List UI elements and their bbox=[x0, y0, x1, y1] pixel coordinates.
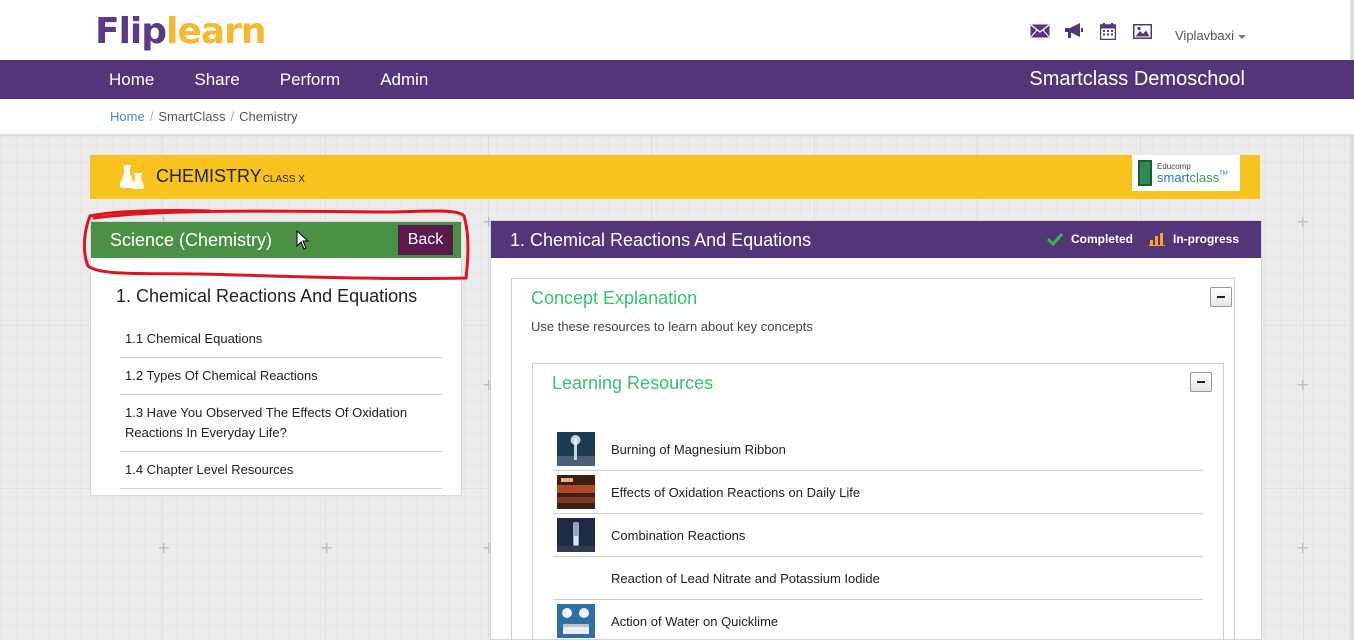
topic-list: 1.1 Chemical Equations 1.2 Types Of Chem… bbox=[120, 323, 442, 489]
smart-text: smart bbox=[1157, 169, 1190, 185]
resource-item[interactable]: Effects of Oxidation Reactions on Daily … bbox=[553, 471, 1203, 514]
grid-plus-mark: + bbox=[1296, 538, 1310, 557]
subject-name: CHEMISTRY bbox=[156, 166, 262, 186]
breadcrumb-separator: / bbox=[149, 109, 154, 124]
resource-label: Effects of Oxidation Reactions on Daily … bbox=[611, 484, 861, 500]
resources-title: Learning Resources bbox=[552, 373, 714, 393]
nav-item-admin[interactable]: Admin bbox=[380, 60, 428, 99]
resource-thumbnail bbox=[557, 432, 595, 466]
concept-title: Concept Explanation bbox=[531, 288, 698, 308]
resource-label: Burning of Magnesium Ribbon bbox=[611, 441, 786, 457]
concept-explanation-section: Concept Explanation Use these resources … bbox=[511, 278, 1235, 640]
user-menu[interactable]: Viplavbaxi bbox=[1175, 28, 1247, 43]
legend-inprogress-label: In-progress bbox=[1172, 232, 1239, 246]
breadcrumb: Home / SmartClass / Chemistry bbox=[110, 109, 298, 124]
topic-item[interactable]: 1.4 Chapter Level Resources bbox=[120, 452, 442, 489]
concept-description: Use these resources to learn about key c… bbox=[531, 319, 813, 334]
breadcrumb-current: Chemistry bbox=[239, 109, 298, 124]
grid-plus-mark: + bbox=[157, 538, 171, 557]
grid-plus-mark: + bbox=[1296, 375, 1310, 394]
resource-item[interactable]: Burning of Magnesium Ribbon bbox=[553, 428, 1203, 471]
chapter-content-panel: 1. Chemical Reactions And Equations Comp… bbox=[490, 220, 1262, 640]
topic-item[interactable]: 1.2 Types Of Chemical Reactions bbox=[120, 358, 442, 395]
educomp-mark-icon bbox=[1138, 160, 1152, 186]
resource-item[interactable]: Action of Water on Quicklime bbox=[553, 600, 1203, 640]
topic-item[interactable]: 1.1 Chemical Equations bbox=[120, 323, 442, 358]
calendar-icon[interactable] bbox=[1098, 22, 1118, 40]
collapse-concept-button[interactable] bbox=[1210, 287, 1232, 307]
breadcrumb-smartclass: SmartClass bbox=[158, 109, 226, 124]
breadcrumb-home-link[interactable]: Home bbox=[110, 109, 145, 124]
chapter-content-title: 1. Chemical Reactions And Equations bbox=[510, 230, 812, 250]
header-icons bbox=[1030, 22, 1152, 40]
top-bar: Fliplearn Viplavbaxi bbox=[0, 0, 1354, 60]
caret-down-icon bbox=[1238, 34, 1247, 39]
red-annotation-outline bbox=[82, 209, 470, 281]
mouse-cursor-icon bbox=[296, 230, 310, 250]
grid-plus-mark: + bbox=[320, 538, 334, 557]
subject-title: CHEMISTRYCLASS X bbox=[156, 166, 305, 187]
chapter-title[interactable]: 1. Chemical Reactions And Equations bbox=[116, 286, 417, 307]
user-name: Viplavbaxi bbox=[1175, 28, 1235, 43]
school-name: Smartclass Demoschool bbox=[1029, 68, 1245, 90]
breadcrumb-separator: / bbox=[230, 109, 235, 124]
trademark-text: TM bbox=[1219, 170, 1228, 177]
nav-item-share[interactable]: Share bbox=[194, 60, 239, 99]
grid-plus-mark: + bbox=[1296, 212, 1310, 231]
resource-item[interactable]: Reaction of Lead Nitrate and Potassium I… bbox=[553, 557, 1203, 600]
class-label: CLASS X bbox=[262, 174, 305, 185]
resource-thumbnail bbox=[557, 604, 595, 638]
resource-thumbnail bbox=[557, 518, 595, 552]
fliplearn-logo[interactable]: Fliplearn bbox=[95, 11, 266, 52]
logo-text-flip: Flip bbox=[95, 11, 167, 52]
legend-completed-label: Completed bbox=[1070, 232, 1133, 246]
main-navbar: Home Share Perform Admin Smartclass Demo… bbox=[0, 60, 1354, 99]
nav-item-perform[interactable]: Perform bbox=[280, 60, 340, 99]
resource-list: Burning of Magnesium Ribbon Effects of O… bbox=[553, 428, 1203, 640]
resource-label: Reaction of Lead Nitrate and Potassium I… bbox=[611, 570, 880, 586]
status-legend: Completed In-progress bbox=[1031, 232, 1239, 246]
flask-icon bbox=[119, 164, 145, 195]
resource-thumbnail-empty bbox=[557, 561, 595, 595]
subject-banner: CHEMISTRYCLASS X Educomp smartclassTM bbox=[90, 155, 1260, 199]
nav-item-home[interactable]: Home bbox=[109, 60, 154, 99]
logo-text-learn: learn bbox=[166, 11, 266, 52]
mail-icon[interactable] bbox=[1030, 22, 1050, 40]
resource-label: Action of Water on Quicklime bbox=[611, 613, 779, 629]
chapter-content-header: 1. Chemical Reactions And Equations Comp… bbox=[491, 221, 1261, 258]
breadcrumb-bar: Home / SmartClass / Chemistry bbox=[0, 99, 1354, 135]
topic-item[interactable]: 1.3 Have You Observed The Effects Of Oxi… bbox=[120, 395, 442, 452]
educomp-smartclass-logo: Educomp smartclassTM bbox=[1132, 155, 1240, 191]
collapse-resources-button[interactable] bbox=[1190, 372, 1212, 392]
learning-resources-section: Learning Resources Burning of Magnesium … bbox=[532, 363, 1224, 640]
megaphone-icon[interactable] bbox=[1064, 22, 1084, 40]
resource-thumbnail bbox=[557, 475, 595, 509]
class-text: class bbox=[1189, 169, 1220, 185]
bar-chart-icon bbox=[1148, 233, 1165, 246]
resource-item[interactable]: Combination Reactions bbox=[553, 514, 1203, 557]
checkmark-icon bbox=[1046, 232, 1063, 246]
resource-label: Combination Reactions bbox=[611, 527, 746, 543]
image-icon[interactable] bbox=[1132, 22, 1152, 40]
